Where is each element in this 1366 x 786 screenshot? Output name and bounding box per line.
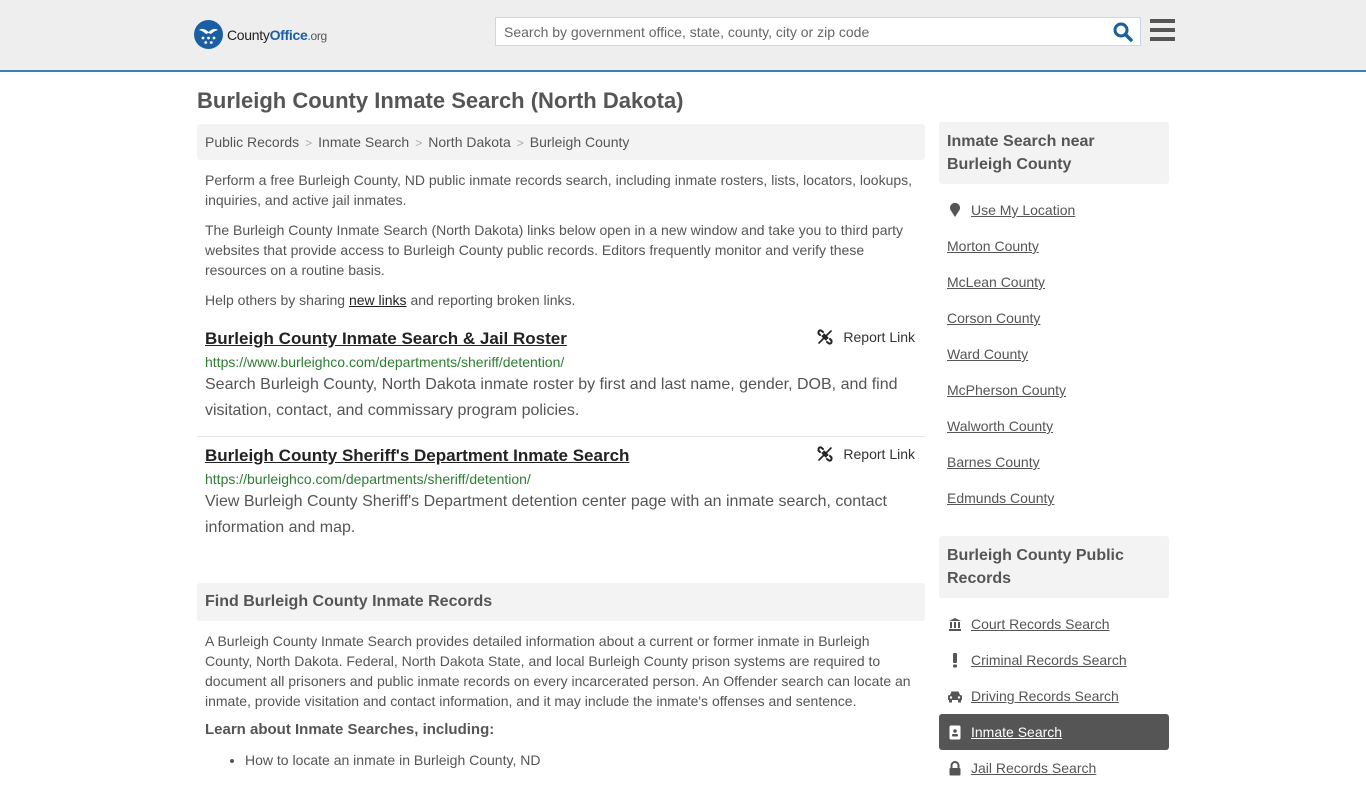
county-link[interactable]: Ward County	[947, 346, 1028, 362]
site-header: CountyOffice.org	[0, 0, 1366, 72]
breadcrumb-burleigh-county[interactable]: Burleigh County	[530, 134, 630, 150]
result-url: https://www.burleighco.com/departments/s…	[205, 354, 565, 370]
jail-records-link[interactable]: Jail Records Search	[971, 760, 1096, 776]
breadcrumb-separator: >	[305, 136, 313, 150]
sidebar-item-ward-county: Ward County	[939, 336, 1169, 372]
search-box	[495, 17, 1141, 46]
logo-eagle-icon	[194, 20, 223, 49]
sidebar-item-barnes-county: Barnes County	[939, 444, 1169, 480]
page-title: Burleigh County Inmate Search (North Dak…	[197, 88, 684, 113]
sidebar: Inmate Search near Burleigh County Use M…	[939, 122, 1169, 786]
breadcrumb: Public Records > Inmate Search > North Dakot…	[197, 124, 925, 160]
criminal-records-link[interactable]: Criminal Records Search	[971, 652, 1127, 668]
id-badge-icon	[947, 725, 963, 740]
exclamation-icon	[947, 652, 963, 668]
intro-paragraph: Perform a free Burleigh County, ND publi…	[205, 172, 913, 208]
intro-text: Perform a free Burleigh County, ND publi…	[197, 170, 925, 310]
result-item: Burleigh County Sheriff's Department Inm…	[197, 445, 925, 541]
county-link[interactable]: Morton County	[947, 238, 1039, 254]
county-link[interactable]: Edmunds County	[947, 490, 1054, 506]
logo-text: CountyOffice.org	[227, 26, 327, 43]
hamburger-menu-button[interactable]	[1150, 19, 1175, 41]
court-records-link[interactable]: Court Records Search	[971, 616, 1110, 632]
sidebar-item-mclean-county: McLean County	[939, 264, 1169, 300]
main-content: Public Records > Inmate Search > North Dakot…	[197, 124, 925, 768]
sidebar-item-edmunds-county: Edmunds County	[939, 480, 1169, 516]
report-link-label: Report Link	[843, 446, 915, 462]
map-pin-icon	[947, 202, 963, 218]
search-input[interactable]	[496, 18, 1096, 45]
share-links-paragraph: Help others by sharing new links and rep…	[205, 292, 576, 308]
learn-heading: Learn about Inmate Searches, including:	[205, 721, 495, 738]
broken-link-icon	[817, 446, 833, 462]
intro-paragraph: The Burleigh County Inmate Search (North…	[205, 222, 904, 278]
courthouse-icon	[947, 617, 963, 631]
site-logo[interactable]: CountyOffice.org	[194, 20, 327, 49]
breadcrumb-inmate-search[interactable]: Inmate Search	[318, 134, 409, 150]
learn-list: How to locate an inmate in Burleigh Coun…	[197, 752, 925, 768]
sidebar-item-walworth-county: Walworth County	[939, 408, 1169, 444]
report-link-label: Report Link	[843, 329, 915, 345]
car-icon	[947, 690, 963, 703]
nearby-counties-list: Use My Location Morton County McLean Cou…	[939, 192, 1169, 516]
sidebar-item-jail-records: Jail Records Search	[939, 750, 1169, 786]
county-link[interactable]: Corson County	[947, 310, 1040, 326]
breadcrumb-north-dakota[interactable]: North Dakota	[428, 134, 510, 150]
breadcrumb-separator: >	[516, 136, 524, 150]
county-link[interactable]: Barnes County	[947, 454, 1040, 470]
sidebar-item-court-records: Court Records Search	[939, 606, 1169, 642]
search-icon	[1113, 22, 1133, 42]
learn-list-item: How to locate an inmate in Burleigh Coun…	[245, 752, 925, 768]
public-records-heading: Burleigh County Public Records	[939, 536, 1169, 598]
result-title-link[interactable]: Burleigh County Sheriff's Department Inm…	[205, 445, 629, 467]
result-description: Search Burleigh County, North Dakota inm…	[205, 376, 898, 419]
result-title-link[interactable]: Burleigh County Inmate Search & Jail Ros…	[205, 328, 567, 350]
county-link[interactable]: McLean County	[947, 274, 1045, 290]
county-link[interactable]: Walworth County	[947, 418, 1053, 434]
breadcrumb-separator: >	[415, 136, 423, 150]
hamburger-menu-icon	[1150, 19, 1175, 23]
find-records-paragraph: A Burleigh County Inmate Search provides…	[205, 633, 911, 709]
nearby-heading: Inmate Search near Burleigh County	[939, 122, 1169, 184]
report-link-button[interactable]: Report Link	[817, 329, 915, 345]
inmate-search-link[interactable]: Inmate Search	[971, 724, 1062, 740]
result-item: Burleigh County Inmate Search & Jail Ros…	[197, 328, 925, 437]
county-link[interactable]: McPherson County	[947, 382, 1066, 398]
new-links-link[interactable]: new links	[349, 292, 407, 308]
report-link-button[interactable]: Report Link	[817, 446, 915, 462]
sidebar-item-driving-records: Driving Records Search	[939, 678, 1169, 714]
result-url: https://burleighco.com/departments/sheri…	[205, 471, 531, 487]
sidebar-item-mcpherson-county: McPherson County	[939, 372, 1169, 408]
sidebar-item-corson-county: Corson County	[939, 300, 1169, 336]
use-my-location-link[interactable]: Use My Location	[971, 202, 1075, 218]
broken-link-icon	[817, 329, 833, 345]
use-my-location-item: Use My Location	[939, 192, 1169, 228]
result-description: View Burleigh County Sheriff's Departmen…	[205, 493, 887, 536]
sidebar-item-morton-county: Morton County	[939, 228, 1169, 264]
find-records-heading: Find Burleigh County Inmate Records	[197, 583, 925, 621]
sidebar-item-criminal-records: Criminal Records Search	[939, 642, 1169, 678]
lock-icon	[947, 760, 963, 776]
public-records-list: Court Records Search Criminal Records Se…	[939, 606, 1169, 786]
driving-records-link[interactable]: Driving Records Search	[971, 688, 1119, 704]
find-records-section: A Burleigh County Inmate Search provides…	[197, 631, 925, 768]
breadcrumb-public-records[interactable]: Public Records	[205, 134, 299, 150]
search-button[interactable]	[1112, 21, 1134, 43]
sidebar-item-inmate-search: Inmate Search	[939, 714, 1169, 750]
